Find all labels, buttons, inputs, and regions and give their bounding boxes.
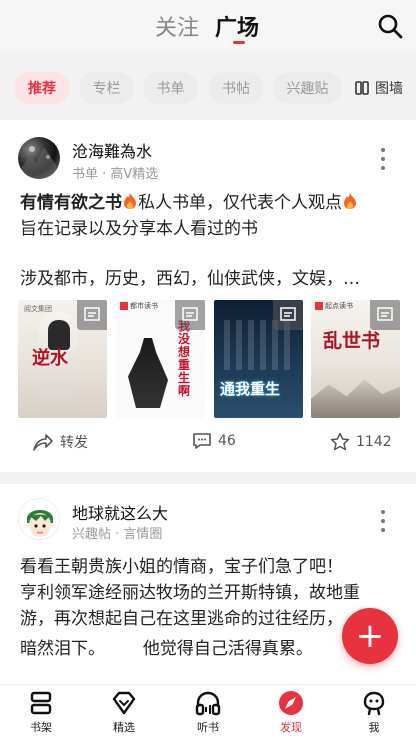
more-options-icon[interactable] bbox=[380, 148, 386, 170]
chip-interest-post[interactable]: 兴趣贴 bbox=[273, 72, 342, 104]
star-icon bbox=[330, 432, 350, 451]
chip-recommend[interactable]: 推荐 bbox=[14, 72, 70, 104]
like-button[interactable]: 1142 bbox=[330, 432, 392, 451]
book-cover[interactable]: 起点读书 乱世书 bbox=[311, 300, 400, 418]
post-card[interactable]: 地球就这么大 兴趣帖 · 言情圈 看看王朝贵族小姐的情商，宝子们急了吧！ 亨利领… bbox=[0, 484, 416, 704]
active-tab-indicator bbox=[233, 41, 245, 44]
book-cover[interactable]: 阅文集团 逆水 bbox=[18, 300, 107, 418]
cover-badge-icon bbox=[77, 300, 107, 330]
bookshelf-icon bbox=[30, 691, 52, 715]
post-text-line: 涉及都市，历史，西幻，仙侠武侠，文娱，… bbox=[20, 269, 360, 289]
fire-icon bbox=[344, 193, 356, 209]
post-meta: 兴趣帖 · 言情圈 bbox=[72, 527, 163, 542]
nav-audiobook[interactable]: 听书 bbox=[178, 689, 238, 735]
filter-chips: 推荐 专栏 书单 书帖 兴趣贴 图墙 bbox=[0, 68, 416, 108]
author-name[interactable]: 沧海難為水 bbox=[72, 138, 152, 162]
post-text-line: 亨利领军途经丽达牧场的兰开斯特镇，故地重 bbox=[20, 583, 360, 603]
gallery-label: 图墙 bbox=[375, 81, 403, 97]
post-text-line: 旨在记录以及分享本人看过的书 bbox=[20, 219, 258, 239]
cover-publisher: 阅文集团 bbox=[24, 305, 52, 313]
nav-label: 发现 bbox=[280, 721, 302, 734]
chip-booklist[interactable]: 书单 bbox=[143, 72, 198, 104]
post-title: 有情有欲之书 bbox=[20, 193, 122, 213]
diamond-icon bbox=[112, 691, 136, 715]
post-title-line: 有情有欲之书 私人书单，仅代表个人观点 bbox=[20, 190, 400, 216]
cover-title: 我没想重生啊 bbox=[178, 320, 191, 398]
post-actions: 转发 46 1142 bbox=[0, 430, 416, 460]
tab-plaza[interactable]: 广场 bbox=[215, 10, 259, 42]
book-cover[interactable]: 通我重生 bbox=[214, 300, 303, 418]
avatar-cartoon-icon bbox=[27, 510, 53, 537]
compass-icon bbox=[279, 691, 303, 715]
comment-icon bbox=[193, 433, 211, 449]
avatar[interactable] bbox=[18, 498, 60, 540]
share-button[interactable]: 转发 bbox=[32, 432, 88, 452]
cover-badge-icon bbox=[273, 300, 303, 330]
nav-label: 书架 bbox=[30, 721, 52, 734]
post-text-line: 看看王朝贵族小姐的情商，宝子们急了吧！ bbox=[20, 557, 343, 577]
nav-label: 精选 bbox=[113, 721, 135, 734]
search-icon[interactable] bbox=[376, 12, 404, 40]
cover-title: 逆水 bbox=[32, 348, 68, 369]
gallery-wall-button[interactable]: 图墙 bbox=[355, 72, 403, 104]
share-icon bbox=[33, 434, 53, 451]
avatar-pattern-icon bbox=[22, 146, 56, 179]
bottom-nav: 书架 精选 听书 发现 我 bbox=[0, 684, 416, 740]
cover-figure bbox=[128, 338, 168, 408]
cover-publisher: 都市读书 bbox=[130, 302, 158, 310]
nav-label: 听书 bbox=[197, 721, 219, 734]
create-post-button[interactable]: + bbox=[342, 608, 398, 664]
cover-title: 乱世书 bbox=[323, 330, 381, 352]
headphones-icon bbox=[195, 691, 221, 716]
nav-bookshelf[interactable]: 书架 bbox=[11, 689, 71, 735]
post-card[interactable]: 沧海難為水 书单 · 高V精选 有情有欲之书 私人书单，仅代表个人观点 旨在记录以… bbox=[0, 120, 416, 472]
nav-label: 我 bbox=[368, 721, 380, 734]
nav-me[interactable]: 我 bbox=[344, 689, 404, 735]
nav-discover[interactable]: 发现 bbox=[261, 689, 321, 735]
nav-featured[interactable]: 精选 bbox=[94, 689, 154, 735]
more-options-icon[interactable] bbox=[380, 510, 386, 532]
cover-badge-icon bbox=[370, 300, 400, 330]
cover-badge-icon bbox=[175, 300, 205, 330]
share-label: 转发 bbox=[60, 435, 88, 451]
comment-button[interactable]: 46 bbox=[192, 432, 236, 450]
top-header: 关注 广场 bbox=[0, 0, 416, 52]
chip-column[interactable]: 专栏 bbox=[79, 72, 134, 104]
post-meta: 书单 · 高V精选 bbox=[72, 167, 159, 182]
profile-icon bbox=[363, 691, 385, 716]
chip-bookpost[interactable]: 书帖 bbox=[208, 72, 264, 104]
post-intro: 私人书单，仅代表个人观点 bbox=[138, 193, 342, 213]
comment-count: 46 bbox=[218, 433, 236, 449]
cover-publisher: 起点读书 bbox=[325, 302, 353, 310]
book-covers: 阅文集团 逆水 都市读书 我没想重生啊 通我重生 bbox=[18, 300, 402, 418]
cover-mountains bbox=[311, 379, 400, 418]
like-count: 1142 bbox=[356, 433, 392, 450]
tab-following[interactable]: 关注 bbox=[155, 10, 199, 42]
avatar[interactable] bbox=[18, 137, 60, 179]
gallery-icon bbox=[355, 81, 369, 95]
cover-title: 通我重生 bbox=[220, 380, 281, 398]
fire-icon bbox=[124, 193, 136, 209]
author-name[interactable]: 地球就这么大 bbox=[72, 500, 168, 524]
book-cover[interactable]: 都市读书 我没想重生啊 bbox=[116, 300, 205, 418]
